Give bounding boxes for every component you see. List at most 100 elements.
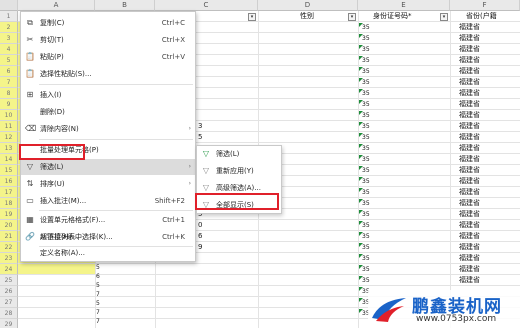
row-header[interactable]: 9 (0, 99, 18, 110)
row-header[interactable]: 18 (0, 198, 18, 209)
value-cell[interactable]: 5 (198, 132, 202, 143)
value-cell[interactable]: 9 (198, 242, 202, 253)
row-header[interactable]: 13 (0, 143, 18, 154)
row-header[interactable]: 6 (0, 66, 18, 77)
filter-dropdown-c[interactable]: ▾ (248, 13, 256, 21)
row-header[interactable]: 16 (0, 176, 18, 187)
row-header[interactable]: 12 (0, 132, 18, 143)
province-cell[interactable]: 福建省 (459, 231, 480, 242)
row-header[interactable]: 7 (0, 77, 18, 88)
province-cell[interactable]: 福建省 (459, 99, 480, 110)
id-number-cell[interactable]: 35 (362, 231, 370, 242)
row-header[interactable]: 23 (0, 253, 18, 264)
province-cell[interactable]: 福建省 (459, 77, 480, 88)
id-number-cell[interactable]: 35 (362, 132, 370, 143)
row-header[interactable]: 17 (0, 187, 18, 198)
value-cell[interactable]: 3 (198, 121, 202, 132)
menu-hyperlink[interactable]: 🔗 超链接(H)... Ctrl+K (21, 229, 195, 245)
province-cell[interactable]: 福建省 (459, 176, 480, 187)
province-cell[interactable]: 福建省 (459, 154, 480, 165)
province-cell[interactable]: 福建省 (459, 165, 480, 176)
id-number-cell[interactable]: 35 (362, 209, 370, 220)
value-cell[interactable]: 0 (198, 220, 202, 231)
column-header-c[interactable]: C (155, 0, 258, 11)
id-number-cell[interactable]: 35 (362, 88, 370, 99)
row-header[interactable]: 8 (0, 88, 18, 99)
menu-filter[interactable]: ▽ 筛选(L) › (21, 159, 195, 175)
column-header-d[interactable]: D (258, 0, 358, 11)
column-header-b[interactable]: B (95, 0, 155, 11)
menu-format-cells[interactable]: ▦ 设置单元格格式(F)... Ctrl+1 (21, 212, 195, 228)
id-number-cell[interactable]: 35 (362, 22, 370, 33)
province-cell[interactable]: 福建省 (459, 110, 480, 121)
province-cell[interactable]: 福建省 (459, 66, 480, 77)
province-cell[interactable]: 福建省 (459, 264, 480, 275)
menu-define-name[interactable]: 定义名称(A)... (21, 245, 195, 261)
row-header[interactable]: 21 (0, 231, 18, 242)
row-header[interactable]: 26 (0, 286, 18, 297)
id-number-cell[interactable]: 35 (362, 77, 370, 88)
province-cell[interactable]: 福建省 (459, 220, 480, 231)
province-cell[interactable]: 福建省 (459, 88, 480, 99)
id-number-cell[interactable]: 35 (362, 165, 370, 176)
column-header-e[interactable]: E (358, 0, 450, 11)
id-number-cell[interactable]: 35 (362, 154, 370, 165)
id-number-cell[interactable]: 35 (362, 220, 370, 231)
id-number-cell[interactable]: 35 (362, 187, 370, 198)
filter-dropdown-d[interactable]: ▾ (348, 13, 356, 21)
province-cell[interactable]: 福建省 (459, 33, 480, 44)
submenu-filter[interactable]: ▽ 筛选(L) (197, 146, 281, 163)
province-cell[interactable]: 福建省 (459, 121, 480, 132)
row-header[interactable]: 14 (0, 154, 18, 165)
value-cell[interactable]: 7 (96, 316, 100, 327)
id-number-cell[interactable]: 35 (362, 176, 370, 187)
row-header[interactable]: 11 (0, 121, 18, 132)
province-cell[interactable]: 福建省 (459, 187, 480, 198)
menu-sort[interactable]: ⇅ 排序(U) › (21, 176, 195, 192)
id-number-cell[interactable]: 35 (362, 143, 370, 154)
row-header[interactable]: 22 (0, 242, 18, 253)
id-number-cell[interactable]: 35 (362, 44, 370, 55)
row-header[interactable]: 28 (0, 308, 18, 319)
menu-insert[interactable]: ⊞ 插入(I) (21, 87, 195, 103)
menu-clear-contents[interactable]: ⌫ 清除内容(N) › (21, 121, 195, 137)
row-header[interactable]: 19 (0, 209, 18, 220)
menu-copy[interactable]: ⧉ 复制(C) Ctrl+C (21, 15, 195, 31)
province-cell[interactable]: 福建省 (459, 198, 480, 209)
province-cell[interactable]: 福建省 (459, 253, 480, 264)
row-header[interactable]: 2 (0, 22, 18, 33)
id-number-cell[interactable]: 35 (362, 99, 370, 110)
row-header[interactable]: 29 (0, 319, 18, 328)
id-number-cell[interactable]: 35 (362, 33, 370, 44)
province-cell[interactable]: 福建省 (459, 143, 480, 154)
row-header[interactable]: 15 (0, 165, 18, 176)
menu-paste[interactable]: 📋 粘贴(P) Ctrl+V (21, 49, 195, 65)
id-number-cell[interactable]: 35 (362, 121, 370, 132)
row-header[interactable]: 1 (0, 11, 18, 22)
row-header[interactable]: 3 (0, 33, 18, 44)
filter-dropdown-e[interactable]: ▾ (440, 13, 448, 21)
id-number-cell[interactable]: 35 (362, 198, 370, 209)
province-cell[interactable]: 福建省 (459, 209, 480, 220)
column-header-a[interactable]: A (18, 0, 95, 11)
id-number-cell[interactable]: 35 (362, 66, 370, 77)
province-cell[interactable]: 福建省 (459, 132, 480, 143)
submenu-reapply[interactable]: ▽ 重新应用(Y) (197, 163, 281, 180)
select-all-corner[interactable] (0, 0, 18, 11)
id-number-cell[interactable]: 35 (362, 253, 370, 264)
province-cell[interactable]: 福建省 (459, 22, 480, 33)
row-header[interactable]: 5 (0, 55, 18, 66)
row-header[interactable]: 27 (0, 297, 18, 308)
row-header[interactable]: 25 (0, 275, 18, 286)
province-cell[interactable]: 福建省 (459, 242, 480, 253)
id-number-cell[interactable]: 35 (362, 110, 370, 121)
row-header[interactable]: 24 (0, 264, 18, 275)
id-number-cell[interactable]: 35 (362, 264, 370, 275)
province-cell[interactable]: 福建省 (459, 55, 480, 66)
row-header[interactable]: 4 (0, 44, 18, 55)
province-cell[interactable]: 福建省 (459, 275, 480, 286)
value-cell[interactable]: 6 (198, 231, 202, 242)
row-header[interactable]: 20 (0, 220, 18, 231)
id-number-cell[interactable]: 35 (362, 242, 370, 253)
id-number-cell[interactable]: 35 (362, 275, 370, 286)
